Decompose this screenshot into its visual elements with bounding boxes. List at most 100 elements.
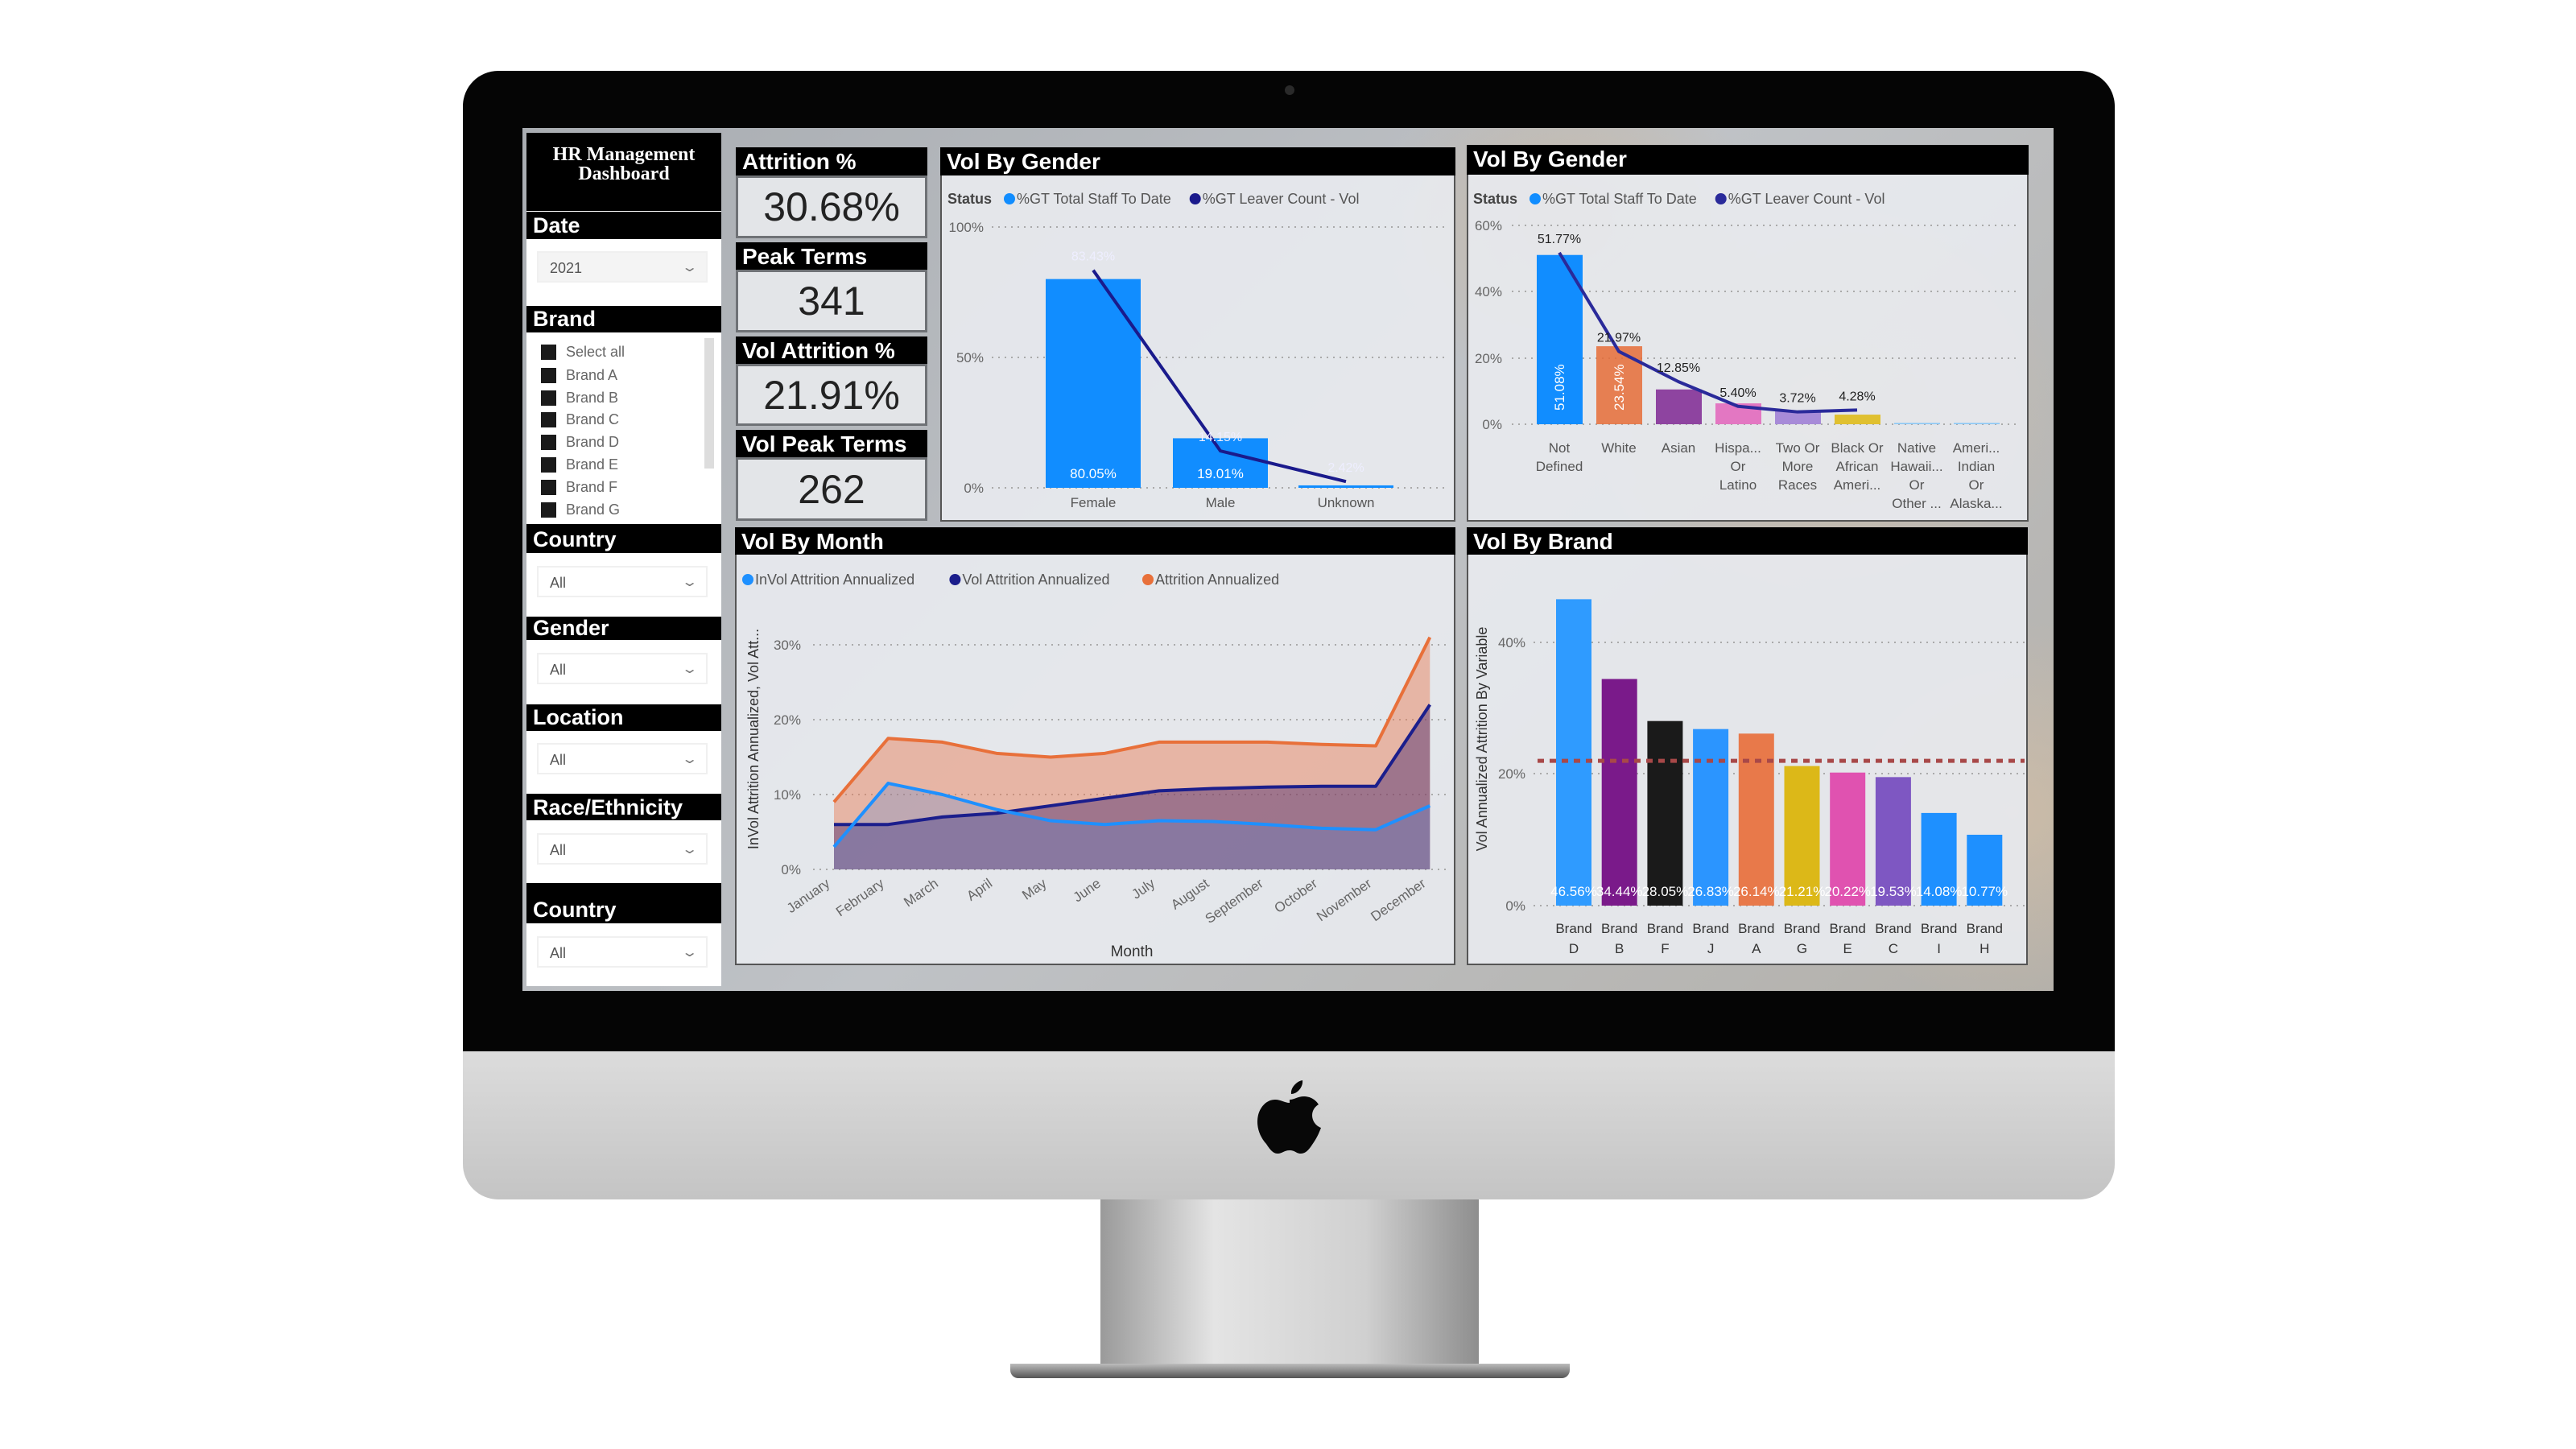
kpi-vol-attrition-value: 21.91% <box>736 364 927 426</box>
line-data-label: 14.15% <box>1199 431 1242 444</box>
bar-data-label: 21.21% <box>1779 884 1826 899</box>
legend-label: InVol Attrition Annualized <box>755 572 914 588</box>
checkbox-icon[interactable] <box>541 502 556 518</box>
bar <box>1954 423 2000 424</box>
kpi-vol-peak-terms-value: 262 <box>736 457 927 521</box>
legend-label: %GT Leaver Count - Vol <box>1728 191 1885 207</box>
x-tick-label: May <box>1019 875 1050 902</box>
date-value: 2021 <box>550 260 583 276</box>
race-filter-label: Race/Ethnicity <box>526 794 721 820</box>
x-tick-label: Or <box>1731 459 1746 474</box>
x-tick-label: Native <box>1897 440 1936 456</box>
y-tick-label: 0% <box>781 862 801 877</box>
chevron-down-icon: ⌄ <box>680 946 699 960</box>
line-data-label: 12.85% <box>1657 361 1700 375</box>
y-tick-label: 50% <box>956 350 984 365</box>
checkbox-icon[interactable] <box>541 367 556 383</box>
line-data-label: 2.42% <box>1327 461 1364 475</box>
bar-data-label: 46.56% <box>1550 884 1597 899</box>
x-tick-label: September <box>1203 876 1266 927</box>
brand-option[interactable]: Brand E <box>541 455 618 474</box>
brand-option[interactable]: Brand D <box>541 432 619 452</box>
checkbox-icon[interactable] <box>541 434 556 450</box>
bar-data-label: 10.77% <box>1961 884 2008 899</box>
chevron-down-icon: ⌄ <box>680 663 699 676</box>
checkbox-icon[interactable] <box>541 411 556 427</box>
brand-option[interactable]: Select all <box>541 342 625 361</box>
x-tick-label: July <box>1129 875 1158 902</box>
x-tick-label: Brand <box>1875 921 1911 936</box>
brand-option-label: Brand G <box>566 501 621 518</box>
x-tick-label: Black Or <box>1831 440 1884 456</box>
x-tick-label: Brand <box>1647 921 1683 936</box>
x-tick-label: January <box>784 875 833 916</box>
legend-marker-icon <box>1715 193 1727 204</box>
brand-option-label: Brand A <box>566 366 618 383</box>
bar-data-label: 19.53% <box>1870 884 1917 899</box>
x-tick-label: Asian <box>1662 440 1696 456</box>
bar <box>1835 415 1880 424</box>
bar <box>1894 423 1940 424</box>
checkbox-icon[interactable] <box>541 479 556 495</box>
chevron-down-icon: ⌄ <box>680 843 699 857</box>
checkbox-icon[interactable] <box>541 390 556 406</box>
x-tick-label: C <box>1889 941 1898 956</box>
legend-marker-icon <box>1004 193 1015 204</box>
chevron-down-icon: ⌄ <box>680 753 699 766</box>
x-tick-label: More <box>1782 459 1814 474</box>
country-dropdown[interactable]: All ⌄ <box>537 566 708 597</box>
y-tick-label: 60% <box>1475 218 1502 233</box>
bar-data-label: 28.05% <box>1642 884 1689 899</box>
bar-data-label: 23.54% <box>1612 364 1627 411</box>
x-tick-label: Not <box>1549 440 1571 456</box>
x-tick-label: February <box>833 875 887 919</box>
brand-option-label: Brand E <box>566 456 619 473</box>
x-tick-label: Brand <box>1555 921 1591 936</box>
brand-option[interactable]: Brand A <box>541 365 617 385</box>
x-tick-label: D <box>1569 941 1579 956</box>
brand-option-label: Brand B <box>566 389 619 406</box>
monitor-stand <box>1100 1199 1479 1365</box>
gender-dropdown[interactable]: All ⌄ <box>537 653 708 684</box>
y-tick-label: 0% <box>964 481 984 496</box>
y-tick-label: 30% <box>774 638 801 653</box>
legend-label: %GT Total Staff To Date <box>1542 191 1697 207</box>
x-tick-label: Ameri... <box>1834 477 1881 493</box>
x-axis-title: Month <box>1111 943 1154 960</box>
brand-option[interactable]: Brand C <box>541 410 619 429</box>
x-tick-label: African <box>1836 459 1879 474</box>
legend-label: Vol Attrition Annualized <box>962 572 1109 588</box>
checkbox-icon[interactable] <box>541 344 556 360</box>
race-dropdown[interactable]: All ⌄ <box>537 833 708 865</box>
x-tick-label: June <box>1071 876 1104 906</box>
brand-option-label: Brand C <box>566 411 620 427</box>
x-tick-label: Brand <box>1967 921 2003 936</box>
bar-data-label: 51.08% <box>1552 364 1567 411</box>
x-tick-label: December <box>1368 876 1428 925</box>
gender-filter-label: Gender <box>526 617 721 640</box>
location-dropdown[interactable]: All ⌄ <box>537 743 708 774</box>
chevron-down-icon: ⌄ <box>680 261 699 275</box>
x-tick-label: Indian <box>1958 459 1995 474</box>
kpi-peak-terms-label: Peak Terms <box>736 242 927 270</box>
y-tick-label: 20% <box>774 712 801 728</box>
x-tick-label: Brand <box>1921 921 1957 936</box>
vol-by-gender-title: Vol By Gender <box>940 147 1455 175</box>
bar <box>1556 599 1591 906</box>
date-dropdown[interactable]: 2021 ⌄ <box>537 251 708 283</box>
y-tick-label: 100% <box>949 220 984 235</box>
brand-option[interactable]: Brand F <box>541 477 617 497</box>
country-dropdown-2[interactable]: All ⌄ <box>537 936 708 968</box>
y-tick-label: 40% <box>1498 635 1525 650</box>
checkbox-icon[interactable] <box>541 456 556 473</box>
bar-data-label: 14.08% <box>1916 884 1963 899</box>
x-tick-label: Other ... <box>1892 496 1941 511</box>
legend-marker-icon <box>1530 193 1541 204</box>
brand-list-scrollbar[interactable] <box>704 338 714 469</box>
legend-marker-icon <box>1142 574 1154 585</box>
bar-data-label: 20.22% <box>1824 884 1871 899</box>
brand-option[interactable]: Brand G <box>541 500 620 519</box>
legend-label: Attrition Annualized <box>1155 572 1279 588</box>
brand-option[interactable]: Brand B <box>541 388 618 407</box>
country-filter-label: Country <box>526 524 721 553</box>
